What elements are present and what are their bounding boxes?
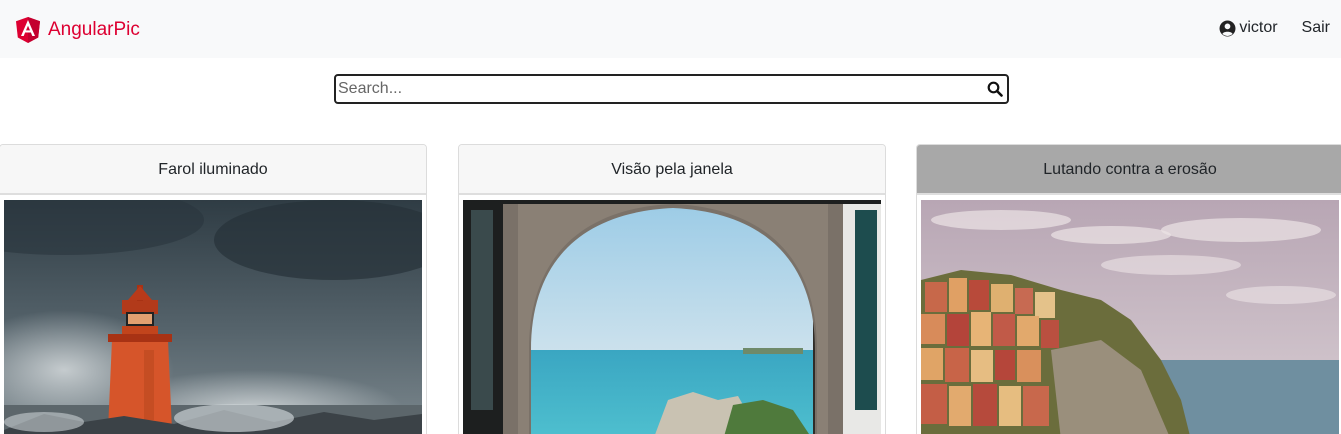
photo-title: Lutando contra a erosão	[917, 145, 1341, 195]
angular-logo-icon	[16, 17, 40, 43]
nav-right: victor Sair	[1219, 19, 1330, 37]
coastal-village-photo[interactable]	[921, 200, 1339, 434]
search-box	[334, 74, 1009, 104]
photo-title: Visão pela janela	[459, 145, 885, 195]
photo-card[interactable]: Lutando contra a erosão	[916, 144, 1341, 434]
search-input[interactable]	[338, 79, 978, 99]
photo-card[interactable]: Farol iluminado	[0, 144, 427, 434]
user-menu[interactable]: victor	[1219, 19, 1278, 37]
logout-link[interactable]: Sair	[1302, 19, 1330, 37]
photo-title: Farol iluminado	[0, 145, 426, 195]
window-view-photo[interactable]	[463, 200, 881, 434]
navbar: AngularPic victor Sair	[0, 0, 1341, 58]
username: victor	[1239, 19, 1278, 36]
user-circle-icon	[1219, 20, 1239, 37]
brand-name: AngularPic	[48, 19, 140, 40]
brand-link[interactable]: AngularPic	[16, 17, 140, 43]
lighthouse-photo[interactable]	[4, 200, 422, 434]
photo-card[interactable]: Visão pela janela	[458, 144, 886, 434]
